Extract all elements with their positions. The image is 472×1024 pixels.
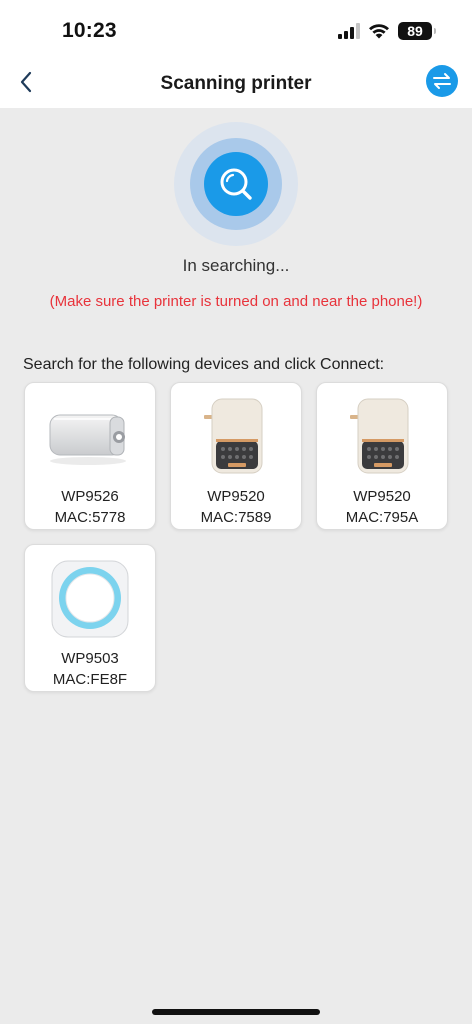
wifi-icon: [369, 24, 389, 39]
switch-mode-button[interactable]: [426, 65, 458, 97]
device-model: WP9520: [353, 488, 411, 505]
device-mac: MAC:FE8F: [52, 671, 128, 688]
battery-icon: 89: [398, 22, 436, 40]
label-printer-icon: [332, 389, 432, 481]
device-mac: MAC:7589: [200, 509, 272, 526]
scan-ring: [190, 138, 282, 230]
swap-arrows-icon: [433, 73, 451, 89]
status-time: 10:23: [62, 19, 117, 42]
status-icons: 89: [338, 20, 436, 42]
battery-level: 89: [407, 23, 423, 39]
device-model: WP9520: [207, 488, 265, 505]
label-printer-icon: [186, 389, 286, 481]
scan-status-text: In searching...: [182, 256, 290, 275]
bar-printer-icon: [40, 389, 140, 481]
device-model: WP9503: [61, 650, 119, 667]
home-indicator[interactable]: [152, 1009, 320, 1015]
device-mac: MAC:795A: [345, 509, 419, 526]
device-model: WP9526: [61, 488, 119, 505]
pocket-printer-icon: [40, 551, 140, 643]
status-bar: 10:23 89: [0, 0, 472, 60]
cellular-signal-icon: [338, 23, 360, 39]
device-card[interactable]: WP9520 MAC:795A: [316, 382, 448, 530]
device-mac: MAC:5778: [54, 509, 126, 526]
device-list-heading: Search for the following devices and cli…: [23, 356, 385, 373]
device-card[interactable]: WP9520 MAC:7589: [170, 382, 302, 530]
scan-animation: [174, 122, 298, 246]
scan-core: [204, 152, 268, 216]
page-title: Scanning printer: [160, 73, 312, 94]
device-grid: WP9526 MAC:5778 WP9520 MAC:7589 WP9520 M…: [24, 382, 450, 692]
scan-hint-text: (Make sure the printer is turned on and …: [49, 293, 423, 310]
nav-bar: Scanning printer: [0, 60, 472, 108]
device-card[interactable]: WP9526 MAC:5778: [24, 382, 156, 530]
search-icon: [220, 168, 252, 200]
device-card[interactable]: WP9503 MAC:FE8F: [24, 544, 156, 692]
